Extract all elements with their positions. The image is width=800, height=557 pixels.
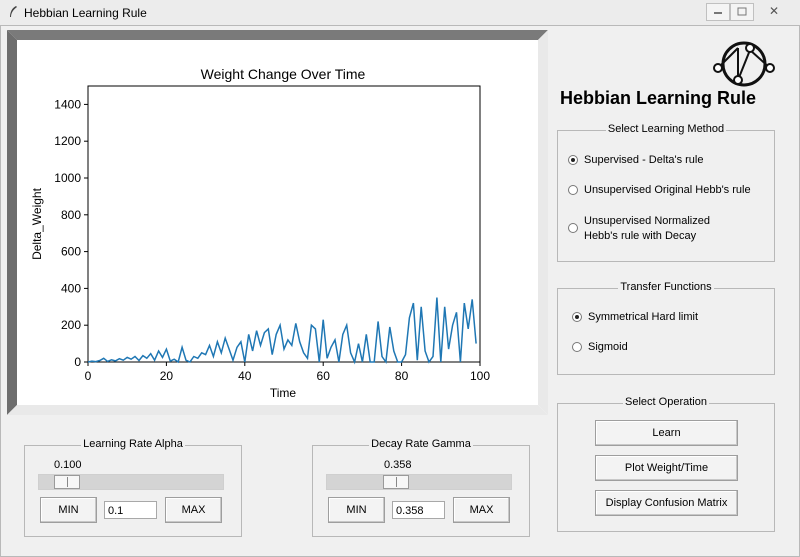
x-tick-label: 60 <box>317 369 331 383</box>
x-tick-label: 100 <box>470 369 490 383</box>
radio-label: Sigmoid <box>588 341 628 353</box>
alpha-entry[interactable]: 0.1 <box>104 501 157 519</box>
gamma-slider-thumb[interactable] <box>382 475 409 489</box>
radio-indicator <box>572 312 582 322</box>
plot-axes-box <box>87 85 481 363</box>
radio-label: Symmetrical Hard limit <box>588 311 699 323</box>
x-axis-label: Time <box>270 386 297 400</box>
y-tick-label: 0 <box>74 355 81 369</box>
bevel-right <box>538 30 548 415</box>
close-button[interactable]: ✕ <box>756 3 792 19</box>
gamma-min-button[interactable]: MIN <box>328 497 385 523</box>
maximize-button[interactable] <box>730 3 754 21</box>
y-tick-label: 600 <box>61 245 81 259</box>
y-tick-label: 1200 <box>54 134 81 148</box>
minimize-icon <box>714 12 722 14</box>
y-tick-label: 200 <box>61 318 81 332</box>
operation-title: Select Operation <box>623 396 709 408</box>
y-axis-label: Delta_Weight <box>30 187 44 259</box>
y-tick-label: 800 <box>61 208 81 222</box>
x-tick-label: 0 <box>85 369 92 383</box>
gamma-max-button[interactable]: MAX <box>453 497 510 523</box>
radio-indicator <box>568 185 578 195</box>
confusion-matrix-button[interactable]: Display Confusion Matrix <box>595 490 738 516</box>
learning-rate-group: Learning Rate Alpha 0.100 MIN 0.1 MAX <box>24 438 242 537</box>
transfer-function-title: Transfer Functions <box>618 281 714 293</box>
radio-indicator <box>568 223 578 233</box>
learning-method-group: Select Learning Method Supervised - Delt… <box>557 123 775 262</box>
gamma-slider-value: 0.358 <box>384 459 412 471</box>
close-icon: ✕ <box>768 4 780 18</box>
alpha-slider-value: 0.100 <box>54 459 82 471</box>
gamma-slider-track[interactable] <box>326 474 512 490</box>
radio-label: Unsupervised Original Hebb's rule <box>584 184 751 196</box>
radio-label: Unsupervised Normalized Hebb's rule with… <box>584 215 710 242</box>
y-tick-label: 1400 <box>54 97 81 111</box>
y-tick-label: 400 <box>61 281 81 295</box>
weight-chart: Weight Change Over Time 0200400600800100… <box>7 30 548 415</box>
x-tick-label: 20 <box>160 369 174 383</box>
feather-icon <box>10 6 17 17</box>
alpha-max-button[interactable]: MAX <box>165 497 222 523</box>
operation-group: Select Operation Learn Plot Weight/Time … <box>557 396 775 532</box>
y-tick-label: 1000 <box>54 171 81 185</box>
learning-method-title: Select Learning Method <box>605 123 727 135</box>
alpha-slider-thumb[interactable] <box>53 475 80 489</box>
title-bar: Hebbian Learning Rule ✕ <box>0 0 800 26</box>
x-tick-label: 40 <box>238 369 252 383</box>
radio-hard-limit[interactable]: Symmetrical Hard limit <box>572 310 698 325</box>
radio-delta-rule[interactable]: Supervised - Delta's rule <box>568 153 704 168</box>
transfer-function-group: Transfer Functions Symmetrical Hard limi… <box>557 281 775 375</box>
bevel-left <box>7 30 17 415</box>
delta-weight-series <box>87 297 477 365</box>
gamma-entry[interactable]: 0.358 <box>392 501 445 519</box>
bevel-bottom <box>7 405 548 415</box>
window-title: Hebbian Learning Rule <box>24 6 147 20</box>
app-title: Hebbian Learning Rule <box>560 88 757 108</box>
chart-title: Weight Change Over Time <box>201 66 366 82</box>
radio-indicator <box>568 155 578 165</box>
plot-weight-time-button[interactable]: Plot Weight/Time <box>595 455 738 481</box>
radio-indicator <box>572 342 582 352</box>
bevel-top <box>7 30 548 40</box>
minimize-button[interactable] <box>706 3 730 21</box>
radio-label: Supervised - Delta's rule <box>584 154 704 166</box>
maximize-icon <box>737 7 747 16</box>
decay-rate-group: Decay Rate Gamma 0.358 MIN 0.358 MAX <box>312 438 530 537</box>
network-logo-icon <box>713 41 775 87</box>
plot-canvas: Weight Change Over Time 0 200 400 600 800 100… <box>7 30 548 415</box>
x-tick-label: 80 <box>395 369 409 383</box>
radio-original-hebb[interactable]: Unsupervised Original Hebb's rule <box>568 183 751 198</box>
learning-rate-title: Learning Rate Alpha <box>81 438 185 450</box>
radio-sigmoid[interactable]: Sigmoid <box>572 340 628 355</box>
decay-rate-title: Decay Rate Gamma <box>369 438 473 450</box>
learn-button[interactable]: Learn <box>595 420 738 446</box>
alpha-min-button[interactable]: MIN <box>40 497 97 523</box>
radio-normalized-hebb[interactable]: Unsupervised Normalized Hebb's rule with… <box>568 214 710 244</box>
